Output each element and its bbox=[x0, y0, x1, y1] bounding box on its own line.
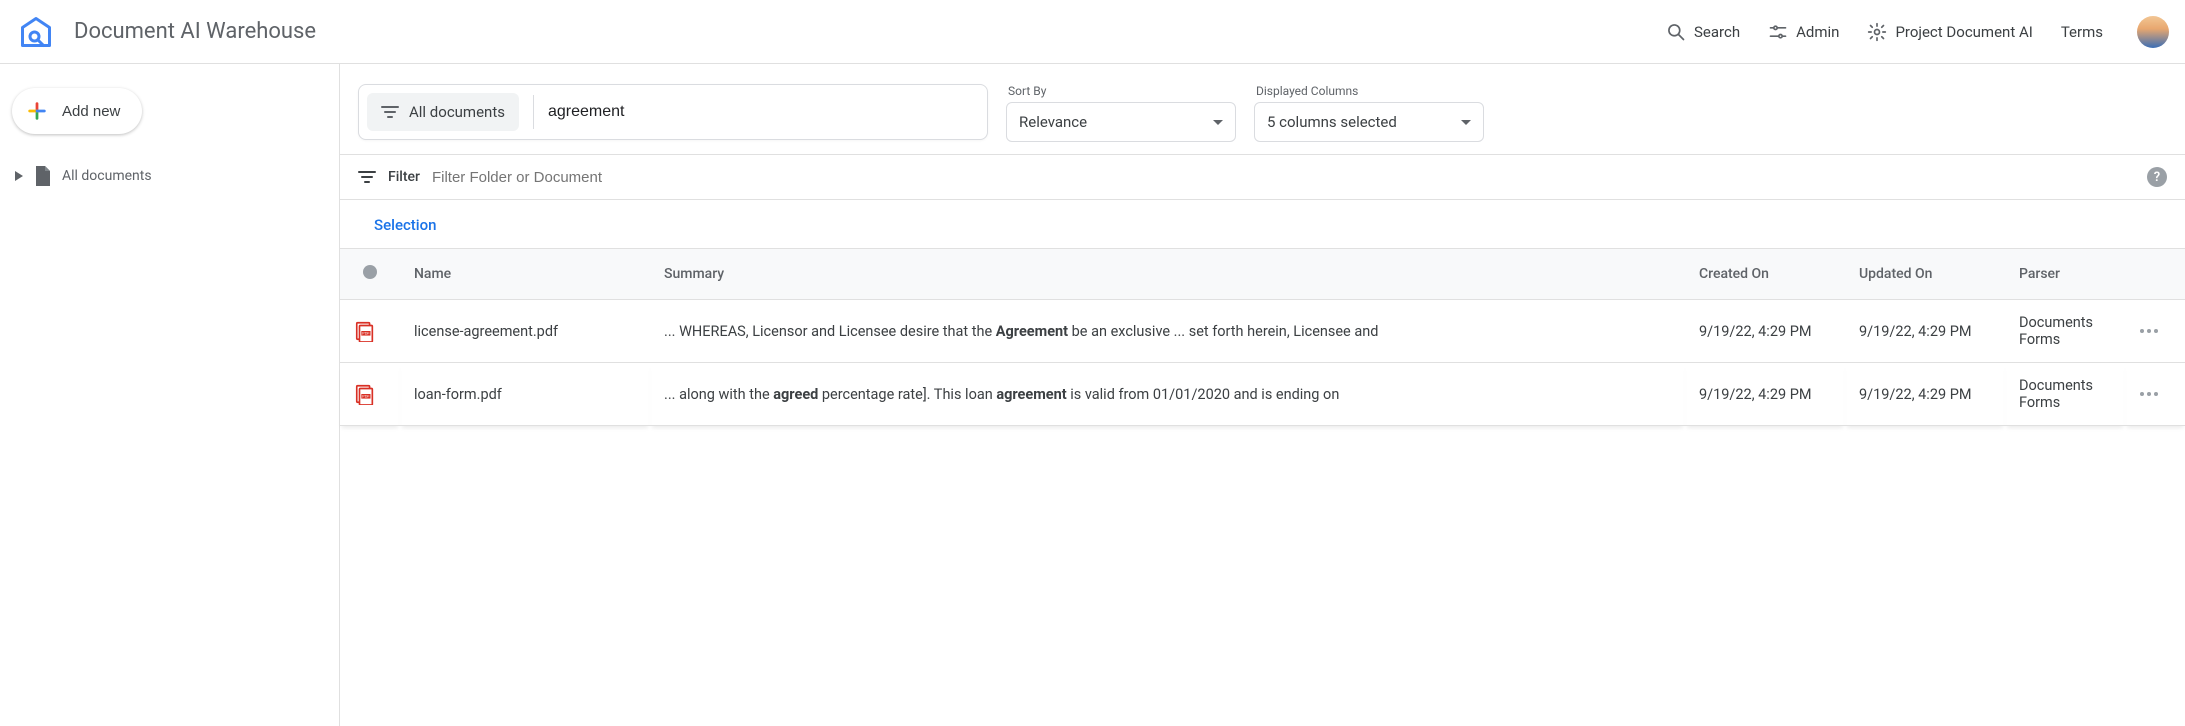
more-horiz-icon bbox=[2139, 328, 2171, 334]
app-logo-icon bbox=[16, 12, 56, 52]
file-name: license-agreement.pdf bbox=[414, 323, 558, 340]
summary-cell: ... along with the agreed percentage rat… bbox=[650, 363, 1685, 426]
column-actions bbox=[2125, 249, 2185, 300]
tune-icon bbox=[1768, 22, 1788, 42]
sort-by-value: Relevance bbox=[1019, 113, 1087, 131]
more-horiz-icon bbox=[2139, 391, 2171, 397]
sort-by-dropdown[interactable]: Relevance bbox=[1006, 102, 1236, 142]
app-header: Document AI Warehouse Search Admin Proje… bbox=[0, 0, 2185, 64]
add-new-label: Add new bbox=[62, 103, 120, 120]
svg-text:PDF: PDF bbox=[362, 395, 370, 399]
results-table: Name Summary Created On Updated On Parse… bbox=[340, 249, 2185, 426]
search-scope-chip[interactable]: All documents bbox=[367, 93, 519, 131]
filter-input[interactable] bbox=[432, 169, 2135, 186]
caret-right-icon bbox=[14, 171, 24, 181]
column-name[interactable]: Name bbox=[400, 249, 650, 300]
svg-text:PDF: PDF bbox=[362, 332, 370, 336]
row-actions-button[interactable] bbox=[2125, 300, 2185, 363]
summary-cell: ... WHEREAS, Licensor and Licensee desir… bbox=[650, 300, 1685, 363]
column-created[interactable]: Created On bbox=[1685, 249, 1845, 300]
updated-on: 9/19/22, 4:29 PM bbox=[1845, 363, 2005, 426]
displayed-columns-value: 5 columns selected bbox=[1267, 113, 1397, 131]
plus-icon bbox=[26, 100, 48, 122]
search-input[interactable] bbox=[548, 103, 979, 121]
parser-cell: Documents Forms bbox=[2005, 300, 2125, 363]
column-summary[interactable]: Summary bbox=[650, 249, 1685, 300]
filter-icon bbox=[358, 170, 376, 184]
tab-selection[interactable]: Selection bbox=[340, 200, 2185, 249]
column-select bbox=[340, 249, 400, 300]
sidebar-item-all-documents[interactable]: All documents bbox=[10, 160, 321, 192]
filter-list-icon bbox=[381, 105, 399, 119]
pdf-icon: PDF bbox=[354, 383, 386, 405]
file-name: loan-form.pdf bbox=[414, 386, 502, 403]
nav-search[interactable]: Search bbox=[1666, 22, 1740, 42]
search-icon bbox=[1666, 22, 1686, 42]
filter-bar: Filter ? bbox=[340, 154, 2185, 200]
nav-search-label: Search bbox=[1694, 23, 1740, 41]
sidebar-item-label: All documents bbox=[62, 168, 152, 184]
header-nav: Search Admin Project Document AI Terms bbox=[1666, 16, 2169, 48]
select-all-toggle[interactable] bbox=[363, 265, 377, 279]
table-row[interactable]: PDF license-agreement.pdf ... WHEREAS, L… bbox=[340, 300, 2185, 363]
app-title: Document AI Warehouse bbox=[74, 19, 316, 44]
search-bar: All documents bbox=[358, 84, 988, 140]
nav-admin[interactable]: Admin bbox=[1768, 22, 1839, 42]
nav-project-label: Project Document AI bbox=[1895, 23, 2032, 41]
column-parser[interactable]: Parser bbox=[2005, 249, 2125, 300]
nav-terms-label: Terms bbox=[2061, 23, 2103, 41]
add-new-button[interactable]: Add new bbox=[12, 88, 142, 134]
parser-cell: Documents Forms bbox=[2005, 363, 2125, 426]
created-on: 9/19/22, 4:29 PM bbox=[1685, 300, 1845, 363]
help-icon[interactable]: ? bbox=[2147, 167, 2167, 187]
gear-icon bbox=[1867, 22, 1887, 42]
nav-admin-label: Admin bbox=[1796, 23, 1839, 41]
sidebar: Add new All documents bbox=[0, 64, 340, 726]
created-on: 9/19/22, 4:29 PM bbox=[1685, 363, 1845, 426]
row-actions-button[interactable] bbox=[2125, 363, 2185, 426]
content-area: All documents Sort By Relevance Displaye… bbox=[340, 64, 2185, 726]
updated-on: 9/19/22, 4:29 PM bbox=[1845, 300, 2005, 363]
tab-selection-label: Selection bbox=[374, 216, 436, 234]
nav-terms[interactable]: Terms bbox=[2061, 23, 2103, 41]
sort-by-label: Sort By bbox=[1006, 84, 1236, 98]
chevron-down-icon bbox=[1213, 120, 1223, 125]
filter-label: Filter bbox=[388, 169, 420, 185]
document-icon bbox=[34, 166, 52, 186]
chevron-down-icon bbox=[1461, 120, 1471, 125]
displayed-columns-dropdown[interactable]: 5 columns selected bbox=[1254, 102, 1484, 142]
nav-project[interactable]: Project Document AI bbox=[1867, 22, 2032, 42]
pdf-icon: PDF bbox=[354, 320, 386, 342]
displayed-columns-label: Displayed Columns bbox=[1254, 84, 1484, 98]
table-row[interactable]: PDF loan-form.pdf ... along with the agr… bbox=[340, 363, 2185, 426]
column-updated[interactable]: Updated On bbox=[1845, 249, 2005, 300]
search-scope-label: All documents bbox=[409, 103, 505, 121]
vertical-divider bbox=[533, 95, 534, 129]
user-avatar[interactable] bbox=[2137, 16, 2169, 48]
